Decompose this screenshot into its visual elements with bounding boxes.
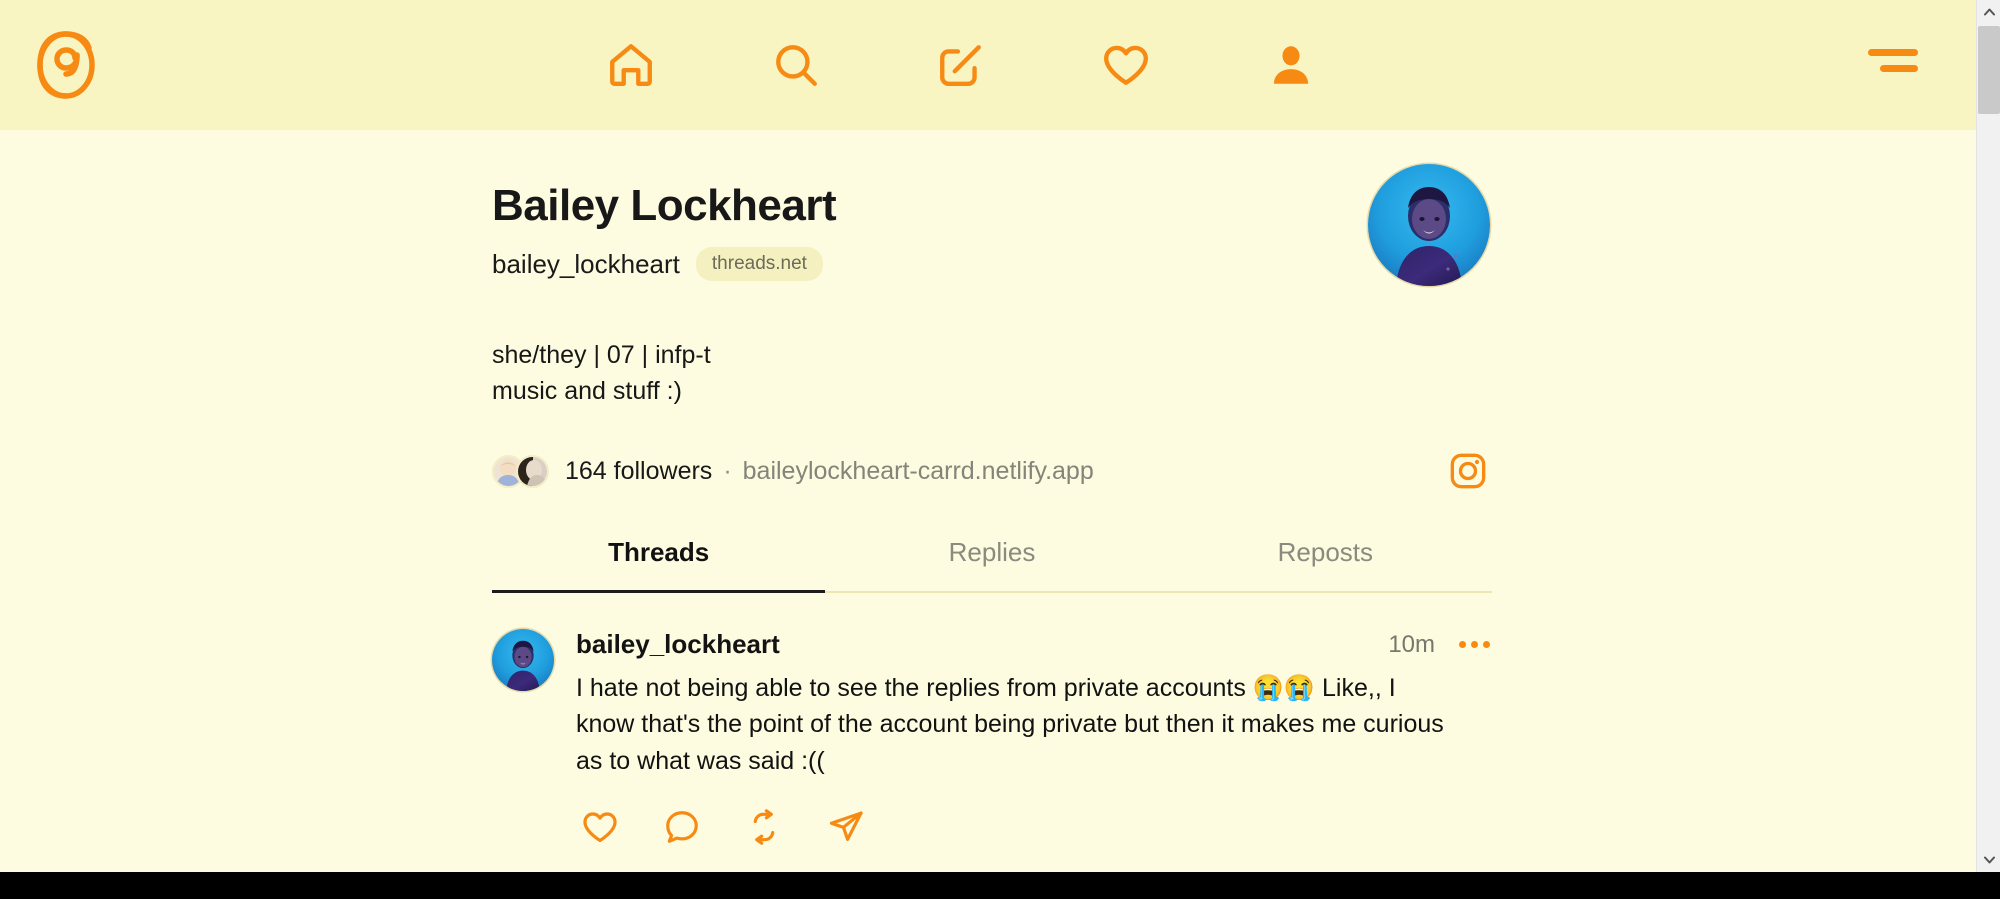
tab-replies[interactable]: Replies: [825, 537, 1158, 591]
nav-activity-button[interactable]: [1095, 34, 1157, 96]
hamburger-menu-icon[interactable]: [1862, 34, 1918, 86]
follower-facepile[interactable]: [492, 454, 549, 488]
post-more-options-icon[interactable]: [1457, 635, 1492, 654]
page-title: Bailey Lockheart: [492, 181, 837, 230]
follower-count[interactable]: 164 followers: [565, 457, 712, 486]
instagram-icon[interactable]: [1448, 451, 1488, 491]
post-action-bar: [576, 805, 1492, 849]
post-author-username[interactable]: bailey_lockheart: [576, 629, 780, 660]
bio-line-2: music and stuff :): [492, 376, 682, 405]
nav-icon-group: [600, 0, 1322, 130]
post-timestamp: 10m: [1388, 630, 1435, 658]
menu-bar-bottom: [1880, 64, 1918, 72]
profile-website-link[interactable]: baileylockheart-carrd.netlify.app: [743, 457, 1094, 486]
handle-row: bailey_lockheart threads.net: [492, 247, 836, 282]
reply-icon[interactable]: [658, 805, 706, 849]
profile-tab-bar: Threads Replies Reposts: [492, 537, 1492, 593]
post-header: bailey_lockheart 10m: [576, 629, 1492, 660]
post-body: bailey_lockheart 10m I hate not being ab…: [576, 629, 1492, 849]
profile-header: Bailey Lockheart bailey_lockheart thread…: [492, 160, 1492, 286]
repost-icon[interactable]: [740, 805, 788, 849]
page-viewport: Bailey Lockheart bailey_lockheart thread…: [0, 0, 1976, 872]
profile-content-column: Bailey Lockheart bailey_lockheart thread…: [492, 130, 1492, 872]
profile-handle: bailey_lockheart: [492, 248, 680, 279]
nav-home-button[interactable]: [600, 34, 662, 96]
post-header-right: 10m: [1388, 631, 1492, 659]
post-text-before: I hate not being able to see the replies…: [576, 674, 1253, 702]
crying-emoji: 😭😭: [1252, 674, 1316, 702]
dot-1: [1459, 641, 1466, 648]
status-badge[interactable]: threads.net: [695, 247, 823, 282]
scrollbar-thumb[interactable]: [1978, 26, 2000, 114]
meta-separator: ·: [723, 456, 732, 485]
top-navigation-bar: [0, 0, 1976, 130]
tab-reposts[interactable]: Reposts: [1159, 537, 1492, 591]
profile-bio: she/they | 07 | infp-t music and stuff :…: [492, 338, 1492, 409]
vertical-scrollbar[interactable]: [1976, 0, 2000, 872]
threads-logo-icon[interactable]: [30, 28, 102, 102]
profile-meta-row: 164 followers · baileylockheart-carrd.ne…: [492, 451, 1492, 491]
active-tab-indicator: [492, 590, 826, 593]
share-icon[interactable]: [822, 805, 870, 849]
bottom-black-bar: [0, 872, 2000, 899]
bio-line-1: she/they | 07 | infp-t: [492, 341, 711, 369]
browser-page: Bailey Lockheart bailey_lockheart thread…: [0, 0, 2000, 899]
post-author-avatar[interactable]: [492, 629, 554, 691]
nav-profile-button[interactable]: [1260, 34, 1322, 96]
post-item: bailey_lockheart 10m I hate not being ab…: [492, 593, 1492, 872]
tab-threads[interactable]: Threads: [492, 537, 825, 591]
followers-group: 164 followers · baileylockheart-carrd.ne…: [492, 454, 1094, 488]
post-text: I hate not being able to see the replies…: [576, 670, 1456, 779]
avatar[interactable]: [1368, 164, 1490, 286]
scroll-up-arrow-icon[interactable]: [1977, 0, 2000, 24]
scroll-down-arrow-icon[interactable]: [1977, 848, 2000, 872]
nav-create-button[interactable]: [930, 34, 992, 96]
follower-avatar-2: [516, 454, 549, 488]
dot-2: [1471, 641, 1478, 648]
like-icon[interactable]: [576, 805, 624, 849]
nav-search-button[interactable]: [765, 34, 827, 96]
profile-identity: Bailey Lockheart bailey_lockheart thread…: [492, 160, 837, 282]
menu-bar-top: [1868, 48, 1918, 56]
dot-3: [1483, 641, 1490, 648]
